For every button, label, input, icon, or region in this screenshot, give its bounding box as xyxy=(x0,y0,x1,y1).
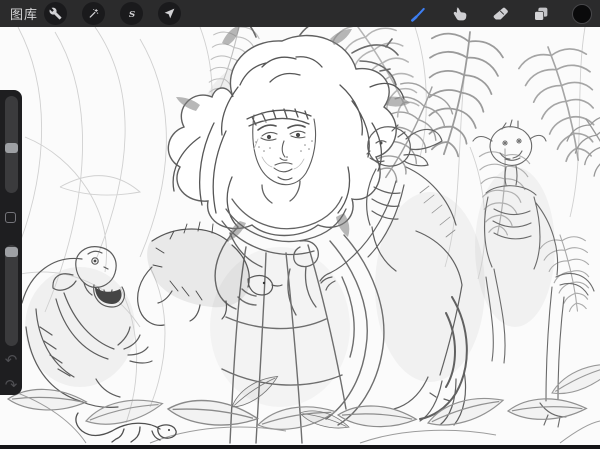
undo-button[interactable]: ↶ xyxy=(0,350,22,370)
color-swatch xyxy=(572,4,592,24)
redo-button[interactable]: ↷ xyxy=(0,375,22,395)
transform-arrow-icon xyxy=(163,7,176,20)
topbar: 图库 S xyxy=(0,0,600,27)
brush-size-slider[interactable] xyxy=(5,96,18,193)
canvas[interactable] xyxy=(0,27,600,445)
opacity-slider[interactable] xyxy=(5,245,18,346)
procreate-app: 图库 S xyxy=(0,0,600,449)
layers-button[interactable] xyxy=(531,3,551,25)
transform-button[interactable] xyxy=(158,2,181,25)
eraser-icon xyxy=(491,5,509,23)
left-tool-group: S xyxy=(44,2,181,25)
eraser-button[interactable] xyxy=(490,3,510,25)
gallery-button[interactable]: 图库 xyxy=(10,4,38,23)
actions-button[interactable] xyxy=(44,2,67,25)
brush-size-handle[interactable] xyxy=(5,143,18,153)
magic-wand-icon xyxy=(87,7,100,20)
sidebar: ↶ ↷ xyxy=(0,90,22,395)
paint-brush-icon xyxy=(409,4,428,23)
smudge-button[interactable] xyxy=(449,3,469,25)
screen-bottom-edge xyxy=(0,445,600,449)
color-button[interactable] xyxy=(572,3,592,25)
selection-s-icon: S xyxy=(125,7,139,21)
canvas-artwork xyxy=(0,27,600,445)
opacity-handle[interactable] xyxy=(5,247,18,257)
modify-button[interactable] xyxy=(5,212,16,223)
layers-icon xyxy=(532,5,550,23)
svg-text:S: S xyxy=(128,9,134,19)
adjustments-button[interactable] xyxy=(82,2,105,25)
wrench-icon xyxy=(49,7,62,20)
selection-button[interactable]: S xyxy=(120,2,143,25)
smudge-finger-icon xyxy=(450,5,468,23)
right-tool-group xyxy=(408,3,592,25)
paint-brush-button[interactable] xyxy=(408,3,428,25)
